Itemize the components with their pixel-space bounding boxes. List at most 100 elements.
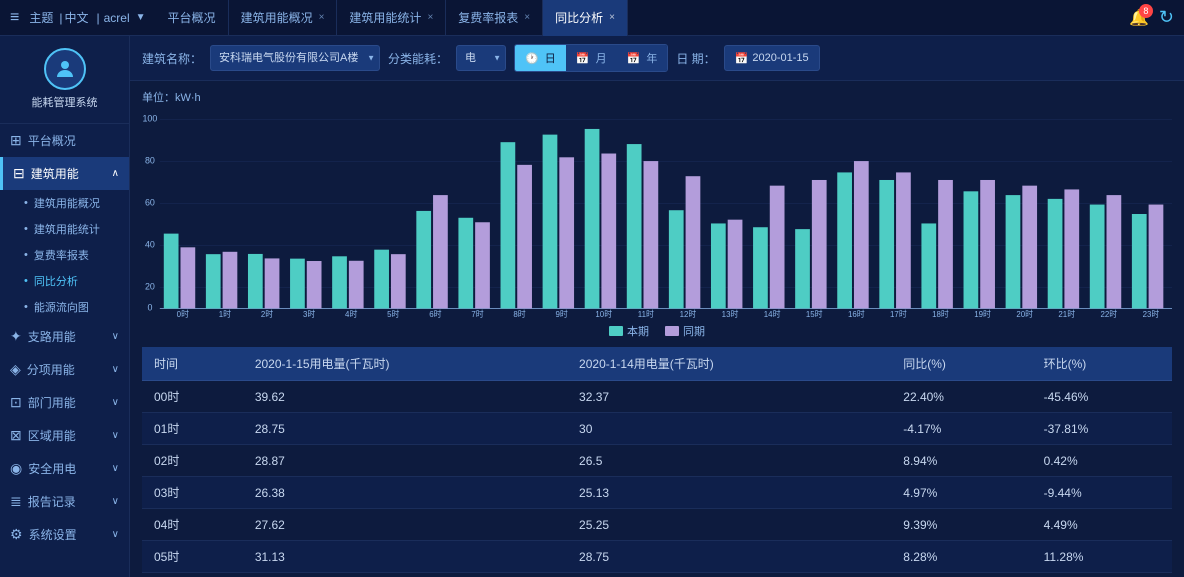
sub-rate-report[interactable]: 复费率报表: [16, 242, 129, 268]
building-icon: ⊟: [13, 165, 25, 182]
cell-prev: 32.37: [567, 381, 891, 413]
close-icon[interactable]: ×: [427, 12, 433, 23]
sidebar-header: 能耗管理系统: [0, 36, 129, 124]
cell-curr: 31.13: [243, 541, 567, 573]
sub-building-overview[interactable]: 建筑用能概况: [16, 190, 129, 216]
sidebar-item-settings[interactable]: ⚙ 系统设置 ∨: [0, 518, 129, 551]
building-select[interactable]: 安科瑞电气股份有限公司A楼: [210, 45, 380, 71]
cell-prev: 30: [567, 413, 891, 445]
table-row: 04时 27.62 25.25 9.39% 4.49%: [142, 509, 1172, 541]
cell-time: 00时: [142, 381, 243, 413]
cell-prev: 60: [567, 573, 891, 577]
svg-text:13时: 13时: [722, 309, 739, 319]
svg-text:19时: 19时: [974, 309, 991, 319]
day-btn[interactable]: 🕐 日: [515, 45, 566, 71]
table-row: 00时 39.62 32.37 22.40% -45.46%: [142, 381, 1172, 413]
cell-curr: 26.38: [243, 477, 567, 509]
sidebar-item-dept[interactable]: ⊡ 部门用能 ∨: [0, 386, 129, 419]
svg-text:3时: 3时: [303, 309, 315, 319]
svg-text:23时: 23时: [1143, 309, 1160, 319]
report-icon: ≣: [10, 493, 22, 510]
cell-mom: 11.28%: [1032, 541, 1172, 573]
svg-text:100: 100: [142, 113, 157, 123]
tab-rate-report[interactable]: 复费率报表 ×: [446, 0, 543, 36]
filter-bar: 建筑名称： 安科瑞电气股份有限公司A楼 分类能耗： 电 🕐 日 📅: [130, 36, 1184, 81]
date-picker[interactable]: 📅 2020-01-15: [724, 45, 820, 71]
chevron-icon: ∨: [112, 364, 119, 375]
svg-text:14时: 14时: [764, 309, 781, 319]
sidebar-label: 分项用能: [27, 361, 75, 378]
refresh-icon[interactable]: ↻: [1159, 7, 1174, 28]
chevron-icon: ∨: [112, 496, 119, 507]
sub-yoy[interactable]: 同比分析: [16, 268, 129, 294]
notification-area[interactable]: 🔔 8: [1129, 8, 1149, 28]
sidebar-item-branch[interactable]: ✦ 支路用能 ∨: [0, 320, 129, 353]
sidebar-label: 建筑用能: [31, 165, 79, 182]
svg-text:8时: 8时: [513, 309, 525, 319]
sidebar-item-platform[interactable]: ⊞ 平台概况: [0, 124, 129, 157]
nav-right: 🔔 8 ↻: [1129, 7, 1174, 28]
close-icon[interactable]: ×: [319, 12, 325, 23]
cell-prev: 25.13: [567, 477, 891, 509]
menu-icon[interactable]: ≡: [10, 9, 19, 27]
top-nav: ≡ 主题 | 中文 | acrel ▼ 平台概况 建筑用能概况 × 建筑用能统计…: [0, 0, 1184, 36]
year-btn[interactable]: 📅 年: [617, 45, 668, 71]
svg-text:0: 0: [147, 302, 152, 312]
col-mom: 环比(%): [1032, 347, 1172, 381]
legend-color-prev: [665, 326, 679, 336]
theme-label: 主题: [29, 9, 53, 26]
system-title: 能耗管理系统: [32, 96, 98, 111]
calendar-icon: 📅: [735, 52, 749, 65]
cell-curr: 39.62: [243, 381, 567, 413]
chevron-icon: ∨: [112, 529, 119, 540]
top-tabs: 平台概况 建筑用能概况 × 建筑用能统计 × 复费率报表 × 同比分析 ×: [156, 0, 1129, 36]
category-select[interactable]: 电: [456, 45, 506, 71]
table-row: 02时 28.87 26.5 8.94% 0.42%: [142, 445, 1172, 477]
month-btn[interactable]: 📅 月: [566, 45, 617, 71]
dept-icon: ⊡: [10, 394, 22, 411]
tab-yoy-analysis[interactable]: 同比分析 ×: [543, 0, 628, 36]
table-row: 03时 26.38 25.13 4.97% -9.44%: [142, 477, 1172, 509]
cell-curr: 28.75: [243, 413, 567, 445]
tab-building-stats[interactable]: 建筑用能统计 ×: [337, 0, 446, 36]
svg-text:0时: 0时: [177, 309, 189, 319]
sidebar-item-building[interactable]: ⊟ 建筑用能 ∧: [0, 157, 129, 190]
sidebar-item-region[interactable]: ⊠ 区域用能 ∨: [0, 419, 129, 452]
cell-mom: -9.44%: [1032, 477, 1172, 509]
date-label: 日 期：: [676, 50, 715, 67]
legend-color-current: [609, 326, 623, 336]
svg-text:17时: 17时: [890, 309, 907, 319]
table-header-row: 时间 2020-1-15用电量(千瓦时) 2020-1-14用电量(千瓦时) 同…: [142, 347, 1172, 381]
close-icon[interactable]: ×: [524, 12, 530, 23]
safety-icon: ◉: [10, 460, 22, 477]
table-row: 01时 28.75 30 -4.17% -37.81%: [142, 413, 1172, 445]
tab-building-overview[interactable]: 建筑用能概况 ×: [229, 0, 338, 36]
sidebar-item-subitem[interactable]: ◈ 分项用能 ∨: [0, 353, 129, 386]
cell-mom: -45.46%: [1032, 381, 1172, 413]
sub-energy-flow[interactable]: 能源流向图: [16, 294, 129, 320]
svg-text:16时: 16时: [848, 309, 865, 319]
lang-label[interactable]: 中文: [64, 9, 88, 26]
cell-prev: 26.5: [567, 445, 891, 477]
cell-yoy: 8.94%: [891, 445, 1031, 477]
chevron-icon: ∨: [112, 331, 119, 342]
cell-yoy: 4.97%: [891, 477, 1031, 509]
cell-mom: 0.42%: [1032, 445, 1172, 477]
cell-time: 03时: [142, 477, 243, 509]
sidebar-label: 支路用能: [28, 328, 76, 345]
sidebar-item-report[interactable]: ≣ 报告记录 ∨: [0, 485, 129, 518]
svg-text:10时: 10时: [595, 309, 612, 319]
region-icon: ⊠: [10, 427, 22, 444]
sub-building-stats[interactable]: 建筑用能统计: [16, 216, 129, 242]
cell-time: 06时: [142, 573, 243, 577]
sidebar-item-safety[interactable]: ◉ 安全用电 ∨: [0, 452, 129, 485]
chevron-icon: ∨: [112, 397, 119, 408]
tab-platform[interactable]: 平台概况: [156, 0, 229, 36]
chevron-icon: ∨: [112, 430, 119, 441]
cell-time: 05时: [142, 541, 243, 573]
svg-text:4时: 4时: [345, 309, 357, 319]
close-icon[interactable]: ×: [609, 12, 615, 23]
building-label: 建筑名称：: [142, 50, 202, 67]
cell-yoy: 8.28%: [891, 541, 1031, 573]
svg-text:21时: 21时: [1058, 309, 1075, 319]
